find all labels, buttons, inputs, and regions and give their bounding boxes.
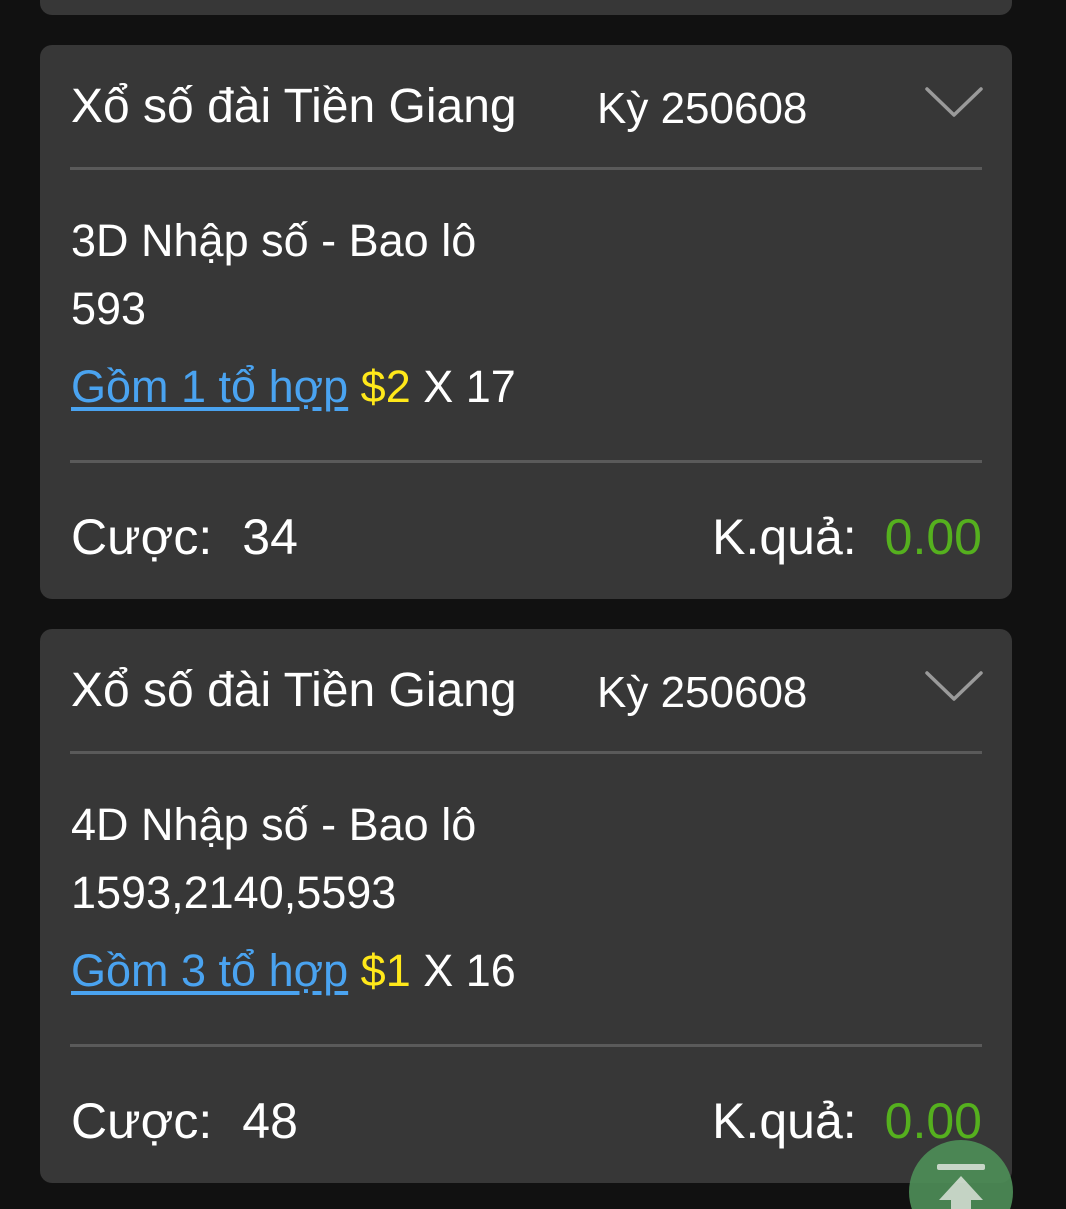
bet-type: 4D Nhập số - Bao lô	[71, 799, 477, 850]
chevron-down-icon[interactable]	[924, 669, 984, 705]
divider	[70, 460, 982, 463]
lottery-name: Xổ số đài Tiền Giang	[71, 664, 517, 717]
bet-amount: $2	[360, 361, 411, 412]
stake-label: Cược:	[71, 509, 213, 565]
bet-history-page: Xổ số đài Tiền Giang Kỳ 250608 3D Nhập s…	[0, 0, 1066, 1209]
combo-line: Gồm 1 tổ hợp $2 X 17	[71, 361, 516, 413]
stake-row: Cược: 34	[71, 507, 298, 567]
result-label: K.quả:	[712, 509, 857, 565]
card-header[interactable]: Xổ số đài Tiền Giang Kỳ 250608	[40, 629, 1012, 753]
stake-label: Cược:	[71, 1093, 213, 1149]
stake-value: 48	[242, 1093, 298, 1149]
divider	[70, 751, 982, 754]
previous-bet-card[interactable]	[40, 0, 1012, 15]
divider	[70, 1044, 982, 1047]
bet-numbers: 593	[71, 283, 147, 334]
bet-multiplier: X 16	[423, 945, 516, 996]
period-label: Kỳ 250608	[597, 668, 808, 717]
card-header[interactable]: Xổ số đài Tiền Giang Kỳ 250608	[40, 45, 1012, 169]
period-label: Kỳ 250608	[597, 84, 808, 133]
stake-value: 34	[242, 509, 298, 565]
bet-multiplier: X 17	[423, 361, 516, 412]
combo-link[interactable]: Gồm 3 tổ hợp	[71, 945, 348, 996]
bet-type: 3D Nhập số - Bao lô	[71, 215, 477, 266]
bet-amount: $1	[360, 945, 411, 996]
stake-row: Cược: 48	[71, 1091, 298, 1151]
bet-card[interactable]: Xổ số đài Tiền Giang Kỳ 250608 4D Nhập s…	[40, 629, 1012, 1183]
combo-link[interactable]: Gồm 1 tổ hợp	[71, 361, 348, 412]
result-value: 0.00	[884, 509, 982, 565]
lottery-name: Xổ số đài Tiền Giang	[71, 80, 517, 133]
combo-line: Gồm 3 tổ hợp $1 X 16	[71, 945, 516, 997]
result-row: K.quả: 0.00	[712, 1091, 982, 1151]
bet-numbers: 1593,2140,5593	[71, 867, 397, 918]
divider	[70, 167, 982, 170]
scroll-to-top-icon	[937, 1164, 985, 1209]
bet-card[interactable]: Xổ số đài Tiền Giang Kỳ 250608 3D Nhập s…	[40, 45, 1012, 599]
chevron-down-icon[interactable]	[924, 85, 984, 121]
result-row: K.quả: 0.00	[712, 507, 982, 567]
result-label: K.quả:	[712, 1093, 857, 1149]
